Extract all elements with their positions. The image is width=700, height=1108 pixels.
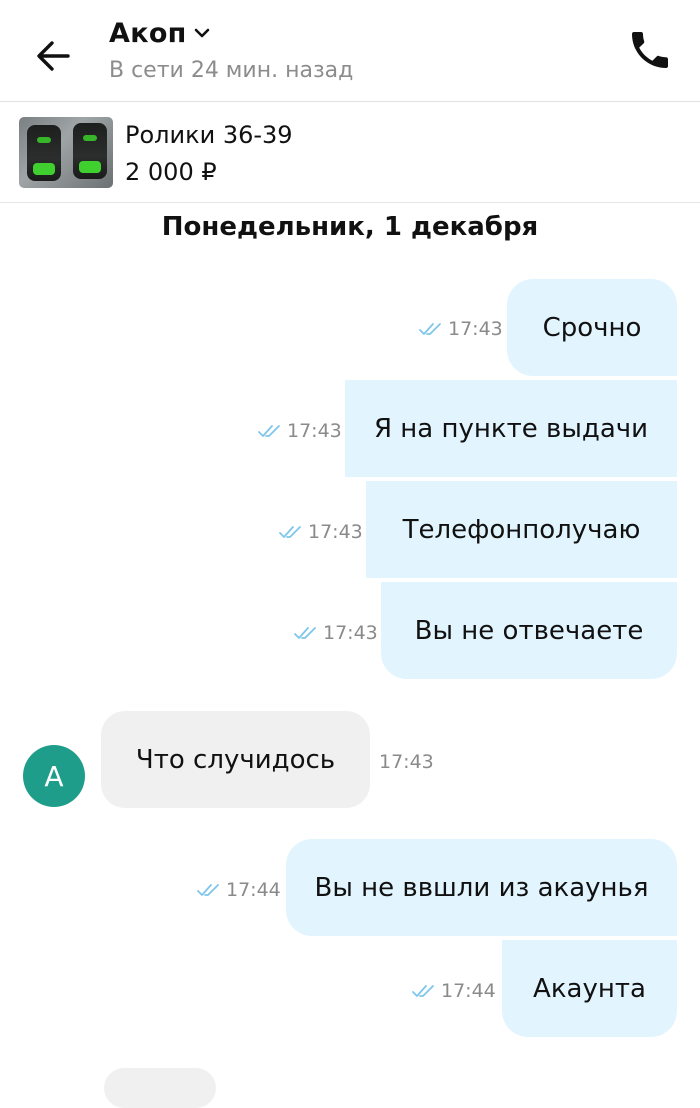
product-title[interactable]: Ролики 36-39: [125, 121, 293, 149]
message-meta: 17:43: [293, 622, 378, 644]
message-text: Акаунта: [533, 973, 646, 1004]
message-time: 17:44: [441, 980, 496, 1002]
double-check-icon: [294, 627, 316, 639]
message-time: 17:44: [226, 879, 281, 901]
message-bubble-incoming-partial[interactable]: [104, 1068, 216, 1108]
message-text: Вы не ввшли из акаунья: [314, 872, 649, 903]
message-bubble-outgoing[interactable]: Вы не отвечаете: [381, 582, 677, 679]
arrow-left-icon: [37, 41, 70, 71]
avatar[interactable]: А: [23, 745, 85, 807]
message-bubble-outgoing[interactable]: Телефонполучаю: [366, 481, 677, 578]
double-check-icon: [412, 985, 434, 997]
message-bubble-outgoing[interactable]: Срочно: [507, 279, 677, 376]
message-meta: 17:44: [411, 980, 496, 1002]
contact-name[interactable]: Акоп: [109, 18, 187, 49]
product-price: 2 000 ₽: [125, 158, 217, 186]
message-bubble-incoming[interactable]: Что случидось: [101, 711, 370, 808]
message-meta: 17:43: [379, 751, 434, 773]
message-text: Телефонполучаю: [402, 514, 641, 545]
skate-image-right: [73, 123, 107, 179]
skate-image-left: [27, 125, 61, 181]
chevron-down-icon[interactable]: [193, 24, 211, 46]
online-status: В сети 24 мин. назад: [109, 58, 354, 83]
back-button[interactable]: [34, 36, 74, 76]
message-meta: 17:43: [257, 420, 342, 442]
message-text: Вы не отвечаете: [414, 615, 644, 646]
message-meta: 17:43: [418, 318, 503, 340]
phone-icon: [632, 32, 668, 68]
message-time: 17:43: [287, 420, 342, 442]
double-check-icon: [197, 884, 219, 896]
message-meta: 17:43: [278, 521, 363, 543]
product-thumbnail[interactable]: [19, 117, 113, 188]
message-time: 17:43: [379, 751, 434, 773]
double-check-icon: [258, 425, 280, 437]
message-time: 17:43: [308, 521, 363, 543]
message-text: Срочно: [542, 312, 642, 343]
message-bubble-outgoing[interactable]: Акаунта: [502, 940, 677, 1037]
message-text: Я на пункте выдачи: [373, 413, 649, 444]
message-text: Что случидось: [135, 744, 336, 775]
message-bubble-outgoing[interactable]: Я на пункте выдачи: [345, 380, 677, 477]
product-bar[interactable]: Ролики 36-39 2 000 ₽: [0, 102, 700, 203]
double-check-icon: [279, 526, 301, 538]
contact-title[interactable]: Акоп: [109, 18, 211, 49]
message-time: 17:43: [323, 622, 378, 644]
message-bubble-outgoing[interactable]: Вы не ввшли из акаунья: [286, 839, 677, 936]
chat-header: Акоп В сети 24 мин. назад: [0, 0, 700, 102]
date-separator: Понедельник, 1 декабря: [161, 212, 539, 242]
call-button[interactable]: [626, 26, 674, 74]
message-meta: 17:44: [196, 879, 281, 901]
double-check-icon: [419, 323, 441, 335]
message-time: 17:43: [448, 318, 503, 340]
